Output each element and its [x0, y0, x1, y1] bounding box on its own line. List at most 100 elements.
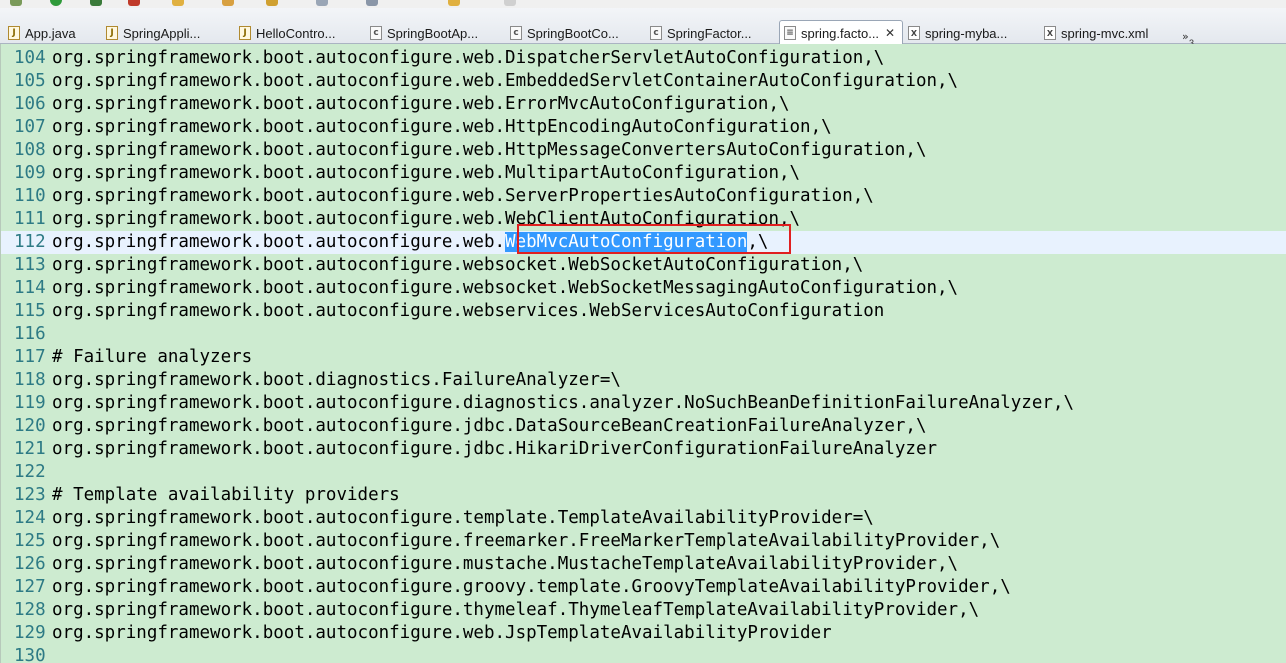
line-number: 130	[14, 646, 46, 663]
line-text: org.springframework.boot.autoconfigure.w…	[52, 209, 801, 229]
line-number: 107	[14, 117, 46, 137]
editor-line[interactable]: 108 org.springframework.boot.autoconfigur…	[1, 139, 1286, 162]
tab-overflow-chevron-icon[interactable]: »	[1182, 30, 1189, 43]
line-text: org.springframework.boot.autoconfigure.w…	[52, 301, 885, 321]
line-number: 119	[14, 393, 46, 413]
line-text: org.springframework.boot.autoconfigure.j…	[52, 439, 938, 459]
annotation-icon[interactable]	[266, 0, 278, 6]
line-text: org.springframework.boot.autoconfigure.w…	[52, 163, 801, 183]
editor-line[interactable]: 122	[1, 461, 1286, 484]
text-editor[interactable]: 104 org.springframework.boot.autoconfigur…	[0, 44, 1286, 663]
editor-line[interactable]: 124 org.springframework.boot.autoconfigur…	[1, 507, 1286, 530]
tab-hello-controller[interactable]: J HelloContro...	[239, 22, 367, 44]
editor-line[interactable]: 123 # Template availability providers	[1, 484, 1286, 507]
editor-line[interactable]: 119 org.springframework.boot.autoconfigur…	[1, 392, 1286, 415]
pen-icon[interactable]	[222, 0, 234, 6]
xml-file-icon: X	[908, 26, 920, 40]
tab-spring-mybatis[interactable]: X spring-myba...	[908, 22, 1036, 44]
tab-label: spring-mvc.xml	[1061, 25, 1149, 41]
line-number: 104	[14, 48, 46, 68]
line-text: org.springframework.boot.autoconfigure.w…	[52, 186, 874, 206]
class-file-icon: c	[650, 26, 662, 40]
tab-spring-boot-application[interactable]: c SpringBootAp...	[370, 22, 510, 44]
editor-line[interactable]: 126 org.springframework.boot.autoconfigur…	[1, 553, 1286, 576]
editor-line[interactable]: 129 org.springframework.boot.autoconfigur…	[1, 622, 1286, 645]
external-tools-icon[interactable]	[128, 0, 140, 6]
line-number: 123	[14, 485, 46, 505]
editor-line[interactable]: 113 org.springframework.boot.autoconfigur…	[1, 254, 1286, 277]
class-file-icon: c	[510, 26, 522, 40]
line-text: # Template availability providers	[52, 485, 400, 505]
line-text: org.springframework.boot.autoconfigure.w…	[52, 94, 790, 114]
editor-line[interactable]: 128 org.springframework.boot.autoconfigur…	[1, 599, 1286, 622]
editor-line[interactable]: 105 org.springframework.boot.autoconfigur…	[1, 70, 1286, 93]
forward-arrow-icon[interactable]	[504, 0, 516, 6]
line-number: 125	[14, 531, 46, 551]
line-number: 118	[14, 370, 46, 390]
editor-line[interactable]: 109 org.springframework.boot.autoconfigur…	[1, 162, 1286, 185]
gear-icon[interactable]	[10, 0, 22, 6]
line-text: org.springframework.boot.autoconfigure.w…	[52, 71, 959, 91]
tab-app-java[interactable]: J App.java	[8, 22, 103, 44]
editor-line[interactable]: 107 org.springframework.boot.autoconfigur…	[1, 116, 1286, 139]
next-annotation-icon[interactable]	[366, 0, 378, 6]
line-text: org.springframework.boot.autoconfigure.w…	[52, 255, 864, 275]
line-number: 112	[14, 232, 46, 252]
line-number: 122	[14, 462, 46, 482]
line-number: 109	[14, 163, 46, 183]
line-text-before-selection: org.springframework.boot.autoconfigure.w…	[52, 232, 506, 252]
open-folder-icon[interactable]	[172, 0, 184, 6]
line-text: org.springframework.boot.autoconfigure.m…	[52, 554, 959, 574]
editor-line[interactable]: 106 org.springframework.boot.autoconfigur…	[1, 93, 1286, 116]
line-text: org.springframework.boot.autoconfigure.w…	[52, 140, 927, 160]
editor-line[interactable]: 121 org.springframework.boot.autoconfigur…	[1, 438, 1286, 461]
xml-file-icon: X	[1044, 26, 1056, 40]
editor-line[interactable]: 104 org.springframework.boot.autoconfigur…	[1, 47, 1286, 70]
line-number: 127	[14, 577, 46, 597]
tab-label: SpringAppli...	[123, 25, 201, 41]
back-arrow-icon[interactable]	[448, 0, 460, 6]
debug-icon[interactable]	[90, 0, 102, 6]
line-text: org.springframework.boot.autoconfigure.w…	[52, 231, 768, 254]
editor-line[interactable]: 118 org.springframework.boot.diagnostics.…	[1, 369, 1286, 392]
tab-spring-factories[interactable]: ≡ spring.facto... ✕	[779, 20, 903, 45]
tab-spring-boot-configuration[interactable]: c SpringBootCo...	[510, 22, 642, 44]
run-icon[interactable]	[50, 0, 62, 6]
tab-spring-application[interactable]: J SpringAppli...	[106, 22, 241, 44]
tab-spring-factories-loader[interactable]: c SpringFactor...	[650, 22, 780, 44]
tab-spring-mvc-xml[interactable]: X spring-mvc.xml	[1044, 22, 1174, 44]
editor-line[interactable]: 114 org.springframework.boot.autoconfigur…	[1, 277, 1286, 300]
line-number: 111	[14, 209, 46, 229]
editor-line[interactable]: 130	[1, 645, 1286, 663]
line-text-after-selection: ,\	[747, 232, 769, 252]
line-text: org.springframework.boot.autoconfigure.t…	[52, 508, 874, 528]
current-editor-line[interactable]: 112 org.springframework.boot.autoconfigur…	[1, 231, 1286, 254]
tab-label: SpringBootCo...	[527, 25, 619, 41]
tab-label: SpringFactor...	[667, 25, 752, 41]
editor-line[interactable]: 111 org.springframework.boot.autoconfigur…	[1, 208, 1286, 231]
line-number: 126	[14, 554, 46, 574]
line-number: 128	[14, 600, 46, 620]
line-text: org.springframework.boot.autoconfigure.d…	[52, 393, 1074, 413]
text-file-icon: ≡	[784, 26, 796, 40]
editor-line[interactable]: 116	[1, 323, 1286, 346]
line-number: 120	[14, 416, 46, 436]
line-number: 124	[14, 508, 46, 528]
line-text: org.springframework.boot.autoconfigure.w…	[52, 623, 832, 643]
class-file-icon: c	[370, 26, 382, 40]
editor-line[interactable]: 125 org.springframework.boot.autoconfigur…	[1, 530, 1286, 553]
editor-line[interactable]: 117 # Failure analyzers	[1, 346, 1286, 369]
java-file-icon: J	[106, 26, 118, 40]
editor-line[interactable]: 127 org.springframework.boot.autoconfigur…	[1, 576, 1286, 599]
line-number: 121	[14, 439, 46, 459]
editor-line[interactable]: 110 org.springframework.boot.autoconfigur…	[1, 185, 1286, 208]
tab-label: spring.facto...	[801, 25, 880, 41]
editor-line[interactable]: 115 org.springframework.boot.autoconfigur…	[1, 300, 1286, 323]
close-icon[interactable]: ✕	[885, 26, 895, 40]
editor-line[interactable]: 120 org.springframework.boot.autoconfigur…	[1, 415, 1286, 438]
line-number: 106	[14, 94, 46, 114]
tab-label: SpringBootAp...	[387, 25, 479, 41]
selected-text[interactable]: WebMvcAutoConfiguration	[505, 232, 748, 252]
line-text: org.springframework.boot.autoconfigure.w…	[52, 117, 832, 137]
pilcrow-icon[interactable]	[316, 0, 328, 6]
